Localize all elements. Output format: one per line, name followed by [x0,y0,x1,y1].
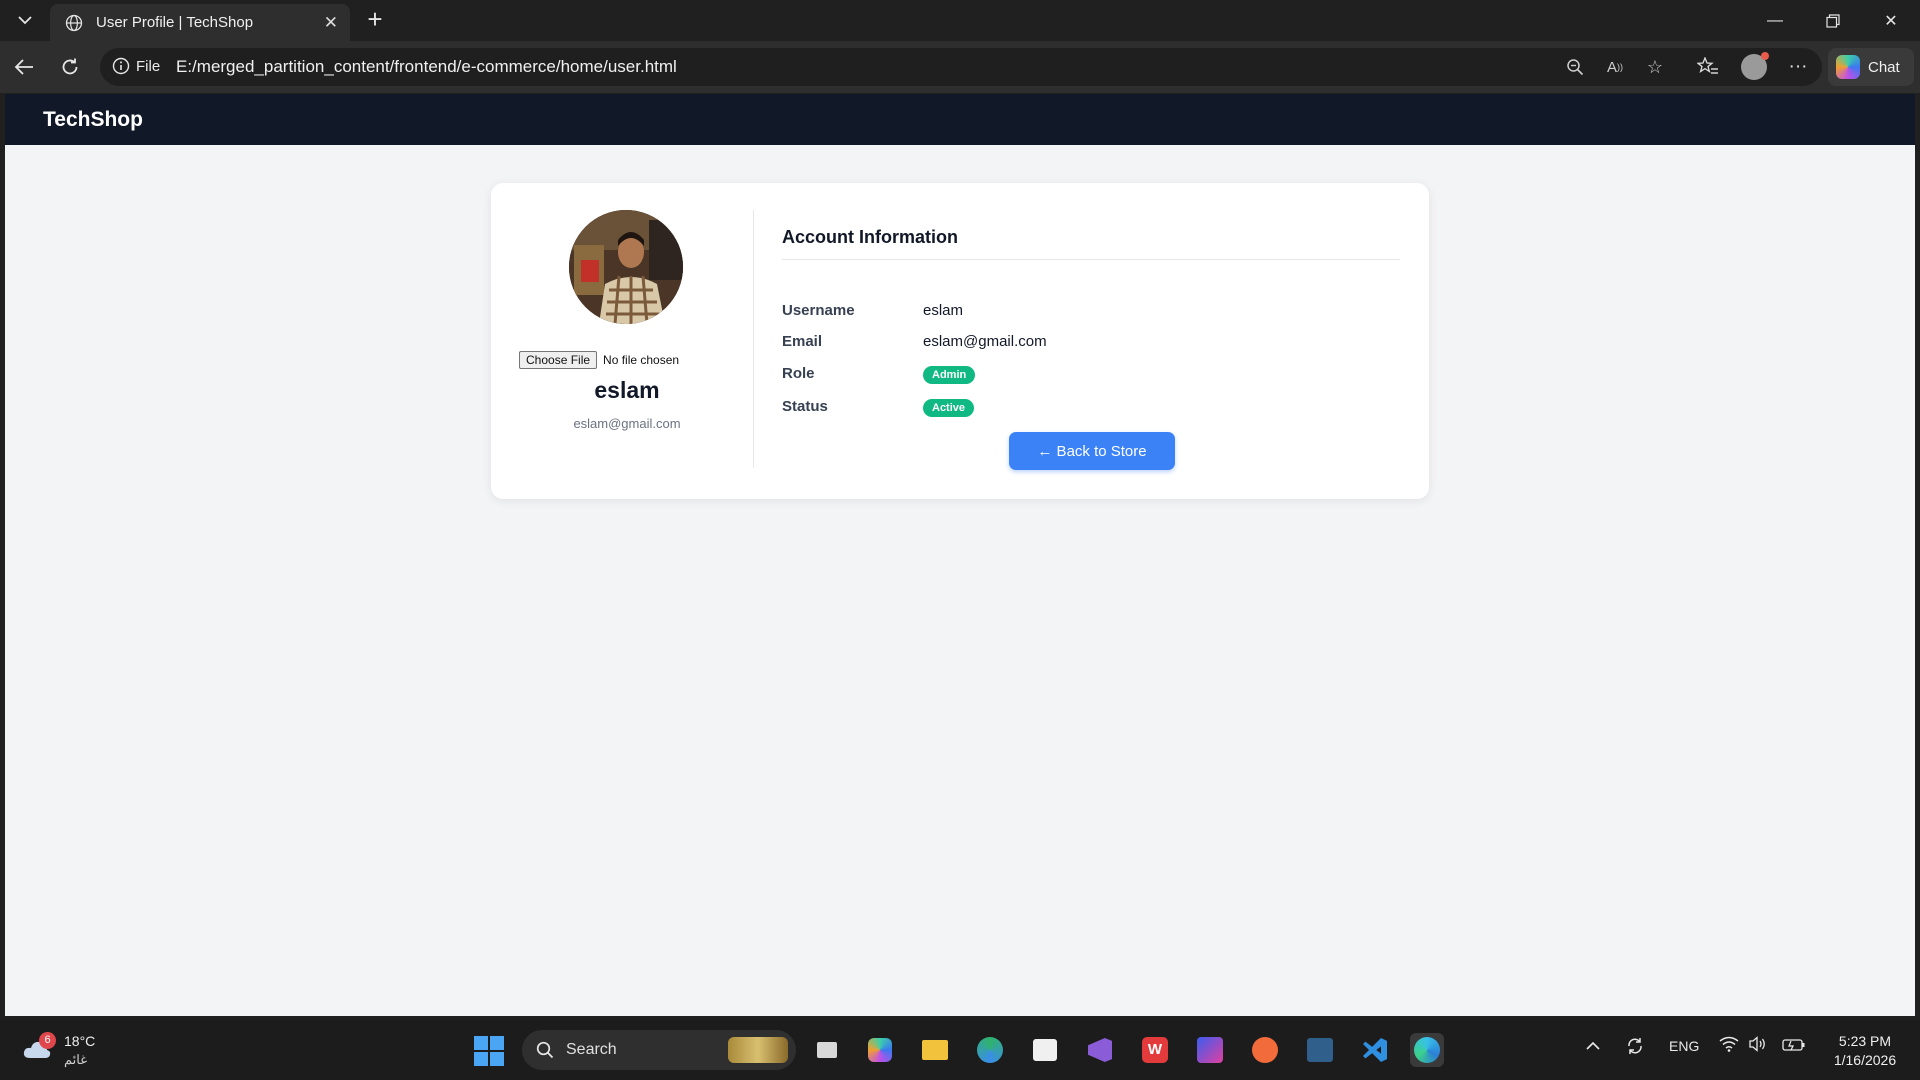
copilot-chat-button[interactable]: Chat [1828,48,1914,86]
sync-icon[interactable] [1625,1036,1645,1059]
section-divider [782,259,1400,260]
start-button[interactable] [474,1036,504,1066]
copilot-logo-icon [1836,55,1860,79]
back-nav-button[interactable] [8,51,40,83]
tab-title: User Profile | TechShop [96,14,254,31]
battery-icon[interactable] [1782,1036,1806,1055]
windows-logo-tile [474,1052,488,1066]
section-title: Account Information [782,227,958,247]
windows-logo-tile [490,1052,504,1066]
visual-studio-icon[interactable] [1083,1033,1117,1067]
column-divider [753,210,754,468]
restore-icon [1826,13,1840,28]
file-explorer-icon[interactable] [918,1033,952,1067]
choose-file-button[interactable]: Choose File [519,351,598,369]
profile-avatar-button[interactable] [1738,51,1770,83]
profile-email: eslam@gmail.com [573,416,681,431]
tab-actions-menu-button[interactable] [10,6,40,34]
system-clock[interactable]: 5:23 PM 1/16/2026 [1820,1032,1910,1070]
username-label: Username [782,302,855,319]
weather-badge: 6 [39,1032,56,1049]
role-label: Role [782,365,815,382]
search-label: Search [566,1041,617,1058]
browser-toolbar: File E:/merged_partition_content/fronten… [0,41,1920,93]
microsoft-store-icon[interactable] [1028,1033,1062,1067]
email-value: eslam@gmail.com [923,333,1047,350]
address-scheme-label: File [136,58,161,75]
browser-tab-active[interactable]: User Profile | TechShop ✕ [50,4,350,41]
profile-name: eslam [594,377,660,403]
windows-logo-tile [490,1036,504,1050]
reload-button[interactable] [54,51,86,83]
chat-label: Chat [1868,58,1900,76]
postman-icon[interactable] [1248,1033,1282,1067]
weather-temp: 18°C [64,1033,96,1049]
wifi-icon[interactable] [1719,1036,1739,1055]
avatar [1741,52,1769,80]
more-options-icon[interactable]: ··· [1782,51,1814,83]
address-url[interactable]: E:/merged_partition_content/frontend/e-c… [176,57,677,77]
edge-dev-icon[interactable] [973,1033,1007,1067]
profile-photo [569,210,683,324]
taskbar-search[interactable]: Search [522,1030,796,1070]
jetbrains-icon[interactable] [1193,1033,1227,1067]
weather-condition: غائم [64,1052,88,1067]
role-badge: Admin [923,366,976,384]
favorites-list-icon[interactable] [1692,51,1724,83]
reload-icon [62,58,78,75]
chevron-up-icon[interactable] [1586,1038,1600,1054]
windows-taskbar: 6 18°C غائم Search W ENG 5:23 PM 1/16/20… [0,1020,1920,1080]
search-icon [536,1041,554,1059]
file-status-text: No file chosen [603,353,680,367]
favorite-star-icon[interactable]: ☆ [1644,56,1666,78]
file-upload: Choose File No file chosen [519,351,679,369]
edge-browser-icon[interactable] [1410,1033,1444,1067]
page-viewport: TechShop Choose File No file chosen esla… [5,94,1915,1016]
globe-icon [64,13,84,33]
copilot-app-icon[interactable] [863,1033,897,1067]
address-bar[interactable]: File E:/merged_partition_content/fronten… [100,48,1822,86]
back-to-store-button[interactable]: ← Back to Store [1009,432,1175,470]
status-label: Status [782,398,828,415]
search-highlight-image [728,1037,788,1063]
windows-logo-tile [474,1036,488,1050]
new-tab-button[interactable]: + [360,5,390,35]
zoom-out-icon[interactable] [1564,56,1586,78]
weather-widget[interactable]: 6 18°C غائم [22,1030,112,1072]
clock-time: 5:23 PM [1838,1033,1892,1049]
username-value: eslam [923,302,964,319]
brand-logo[interactable]: TechShop [43,108,143,132]
task-view-icon[interactable] [810,1033,844,1067]
close-tab-icon[interactable]: ✕ [324,13,338,33]
status-badge: Active [923,399,975,417]
site-navbar: TechShop [5,94,1915,145]
vscode-icon[interactable] [1358,1033,1392,1067]
clock-date: 1/16/2026 [1833,1052,1897,1068]
language-indicator[interactable]: ENG [1669,1038,1699,1054]
volume-icon[interactable] [1748,1036,1768,1055]
close-window-button[interactable]: ✕ [1862,0,1920,41]
read-aloud-icon[interactable]: A)) [1604,56,1626,78]
minimize-button[interactable]: — [1746,0,1804,41]
email-label: Email [782,333,823,350]
sql-server-icon[interactable] [1303,1033,1337,1067]
browser-tab-strip: User Profile | TechShop ✕ + — ✕ [0,0,1920,41]
arrow-left-icon [14,59,33,75]
wps-office-icon[interactable]: W [1138,1033,1172,1067]
chevron-down-icon [18,16,32,25]
restore-button[interactable] [1804,0,1862,41]
profile-card: Choose File No file chosen eslam eslam@g… [491,183,1429,499]
info-icon[interactable] [112,57,130,75]
profile-summary: Choose File No file chosen eslam eslam@g… [491,183,753,499]
